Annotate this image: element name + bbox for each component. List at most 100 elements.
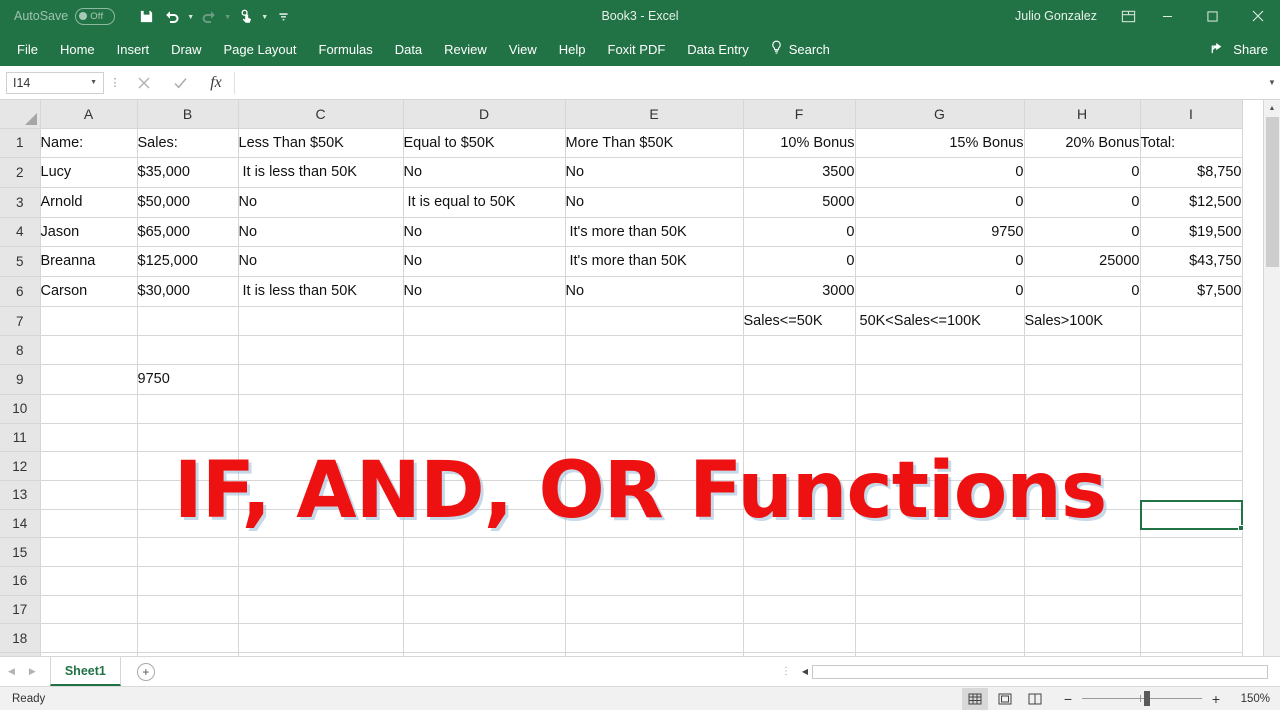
cell-H2[interactable]: 0 — [1024, 158, 1140, 188]
row-header-18[interactable]: 18 — [0, 624, 40, 653]
cell-F5[interactable]: 0 — [743, 247, 855, 277]
cell-H5[interactable]: 25000 — [1024, 247, 1140, 277]
cell-I3[interactable]: $12,500 — [1140, 187, 1242, 217]
share-button[interactable]: Share — [1211, 41, 1268, 58]
undo-icon[interactable] — [159, 3, 185, 29]
ribbon-tab-review[interactable]: Review — [433, 32, 498, 66]
cell-H12[interactable] — [1024, 452, 1140, 481]
cell-A7[interactable] — [40, 306, 137, 336]
row-header-17[interactable]: 17 — [0, 595, 40, 624]
cell-E8[interactable] — [565, 336, 743, 365]
cell-E12[interactable] — [565, 452, 743, 481]
cell-G12[interactable] — [855, 452, 1024, 481]
cell-H6[interactable]: 0 — [1024, 277, 1140, 307]
horizontal-scrollbar[interactable]: ◀ — [798, 664, 1268, 679]
cell-A1[interactable]: Name: — [40, 128, 137, 158]
row-header-13[interactable]: 13 — [0, 480, 40, 509]
cell-B1[interactable]: Sales: — [137, 128, 238, 158]
row-header-8[interactable]: 8 — [0, 336, 40, 365]
cell-I10[interactable] — [1140, 394, 1242, 423]
cell-F12[interactable] — [743, 452, 855, 481]
cell-F15[interactable] — [743, 538, 855, 567]
cell-B14[interactable] — [137, 509, 238, 538]
row-header-3[interactable]: 3 — [0, 187, 40, 217]
formula-input[interactable] — [234, 72, 1246, 94]
cell-H17[interactable] — [1024, 595, 1140, 624]
name-box[interactable]: I14 ▼ — [6, 72, 104, 94]
cell-F18[interactable] — [743, 624, 855, 653]
cell-E5[interactable]: It's more than 50K — [565, 247, 743, 277]
cell-G3[interactable]: 0 — [855, 187, 1024, 217]
cell-B3[interactable]: $50,000 — [137, 187, 238, 217]
cell-E4[interactable]: It's more than 50K — [565, 217, 743, 247]
cell-B4[interactable]: $65,000 — [137, 217, 238, 247]
cell-F4[interactable]: 0 — [743, 217, 855, 247]
touch-mode-dropdown-icon[interactable]: ▼ — [259, 3, 270, 29]
cell-B8[interactable] — [137, 336, 238, 365]
row-header-6[interactable]: 6 — [0, 277, 40, 307]
zoom-control[interactable]: − + 150% — [1062, 691, 1270, 707]
normal-view-icon[interactable] — [962, 688, 988, 710]
scroll-up-icon[interactable]: ▲ — [1264, 100, 1280, 117]
touch-mode-icon[interactable] — [233, 3, 259, 29]
cell-C4[interactable]: No — [238, 217, 403, 247]
cell-D12[interactable] — [403, 452, 565, 481]
cell-C7[interactable] — [238, 306, 403, 336]
sheet-tab-sheet1[interactable]: Sheet1 — [50, 657, 121, 686]
cell-C10[interactable] — [238, 394, 403, 423]
cell-G4[interactable]: 9750 — [855, 217, 1024, 247]
zoom-in-icon[interactable]: + — [1210, 691, 1222, 707]
cell-E13[interactable] — [565, 480, 743, 509]
cell-H15[interactable] — [1024, 538, 1140, 567]
minimize-button[interactable] — [1145, 0, 1190, 32]
column-header-e[interactable]: E — [565, 100, 743, 128]
cell-I4[interactable]: $19,500 — [1140, 217, 1242, 247]
cell-H9[interactable] — [1024, 365, 1140, 395]
cell-G18[interactable] — [855, 624, 1024, 653]
cell-B10[interactable] — [137, 394, 238, 423]
page-layout-view-icon[interactable] — [992, 688, 1018, 710]
redo-dropdown-icon[interactable]: ▼ — [222, 3, 233, 29]
cell-E9[interactable] — [565, 365, 743, 395]
cell-B18[interactable] — [137, 624, 238, 653]
column-header-i[interactable]: I — [1140, 100, 1242, 128]
vertical-scrollbar[interactable]: ▲ — [1263, 100, 1280, 656]
cell-E16[interactable] — [565, 566, 743, 595]
cell-H10[interactable] — [1024, 394, 1140, 423]
cell-B2[interactable]: $35,000 — [137, 158, 238, 188]
cell-I8[interactable] — [1140, 336, 1242, 365]
cell-G2[interactable]: 0 — [855, 158, 1024, 188]
cell-A16[interactable] — [40, 566, 137, 595]
cell-A14[interactable] — [40, 509, 137, 538]
ribbon-tab-help[interactable]: Help — [548, 32, 597, 66]
cell-G16[interactable] — [855, 566, 1024, 595]
cell-E2[interactable]: No — [565, 158, 743, 188]
cell-C11[interactable] — [238, 423, 403, 452]
cell-B7[interactable] — [137, 306, 238, 336]
row-header-4[interactable]: 4 — [0, 217, 40, 247]
cell-I1[interactable]: Total: — [1140, 128, 1242, 158]
column-header-a[interactable]: A — [40, 100, 137, 128]
cell-D6[interactable]: No — [403, 277, 565, 307]
row-header-1[interactable]: 1 — [0, 128, 40, 158]
cell-E18[interactable] — [565, 624, 743, 653]
ribbon-tab-foxit-pdf[interactable]: Foxit PDF — [597, 32, 677, 66]
cell-G6[interactable]: 0 — [855, 277, 1024, 307]
cell-A9[interactable] — [40, 365, 137, 395]
search-box[interactable]: Search — [770, 40, 830, 58]
cell-C9[interactable] — [238, 365, 403, 395]
cell-G1[interactable]: 15% Bonus — [855, 128, 1024, 158]
cell-C18[interactable] — [238, 624, 403, 653]
cell-F8[interactable] — [743, 336, 855, 365]
page-break-view-icon[interactable] — [1022, 688, 1048, 710]
ribbon-tab-data[interactable]: Data — [384, 32, 433, 66]
select-all-corner[interactable] — [0, 100, 40, 128]
cell-D4[interactable]: No — [403, 217, 565, 247]
cell-H7[interactable]: Sales>100K — [1024, 306, 1140, 336]
ribbon-tab-insert[interactable]: Insert — [106, 32, 161, 66]
cell-D13[interactable] — [403, 480, 565, 509]
cell-D1[interactable]: Equal to $50K — [403, 128, 565, 158]
cell-D17[interactable] — [403, 595, 565, 624]
zoom-slider-thumb[interactable] — [1144, 691, 1150, 706]
cell-D10[interactable] — [403, 394, 565, 423]
